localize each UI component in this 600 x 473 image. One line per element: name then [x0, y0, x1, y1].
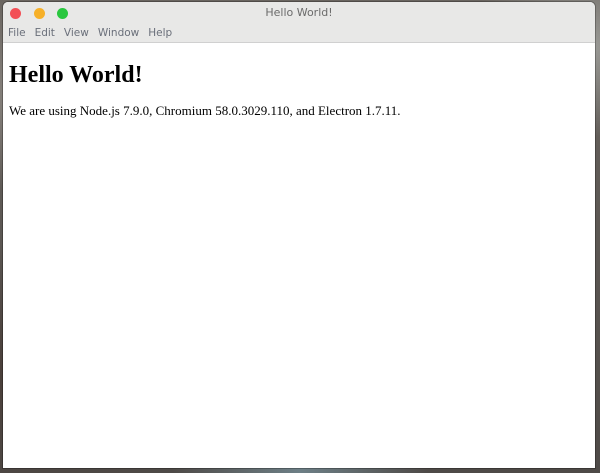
title-bar[interactable]: Hello World! [3, 2, 595, 24]
menu-view[interactable]: View [64, 24, 89, 42]
page-content: Hello World! We are using Node.js 7.9.0,… [3, 59, 595, 119]
menu-help[interactable]: Help [148, 24, 172, 42]
menu-edit[interactable]: Edit [35, 24, 55, 42]
app-window: Hello World! File Edit View Window Help … [3, 2, 595, 468]
page-heading: Hello World! [9, 62, 143, 88]
menu-bar: File Edit View Window Help [3, 24, 595, 43]
menu-window[interactable]: Window [98, 24, 139, 42]
version-info-text: We are using Node.js 7.9.0, Chromium 58.… [9, 103, 401, 118]
menu-file[interactable]: File [8, 24, 26, 42]
window-title: Hello World! [265, 6, 333, 19]
